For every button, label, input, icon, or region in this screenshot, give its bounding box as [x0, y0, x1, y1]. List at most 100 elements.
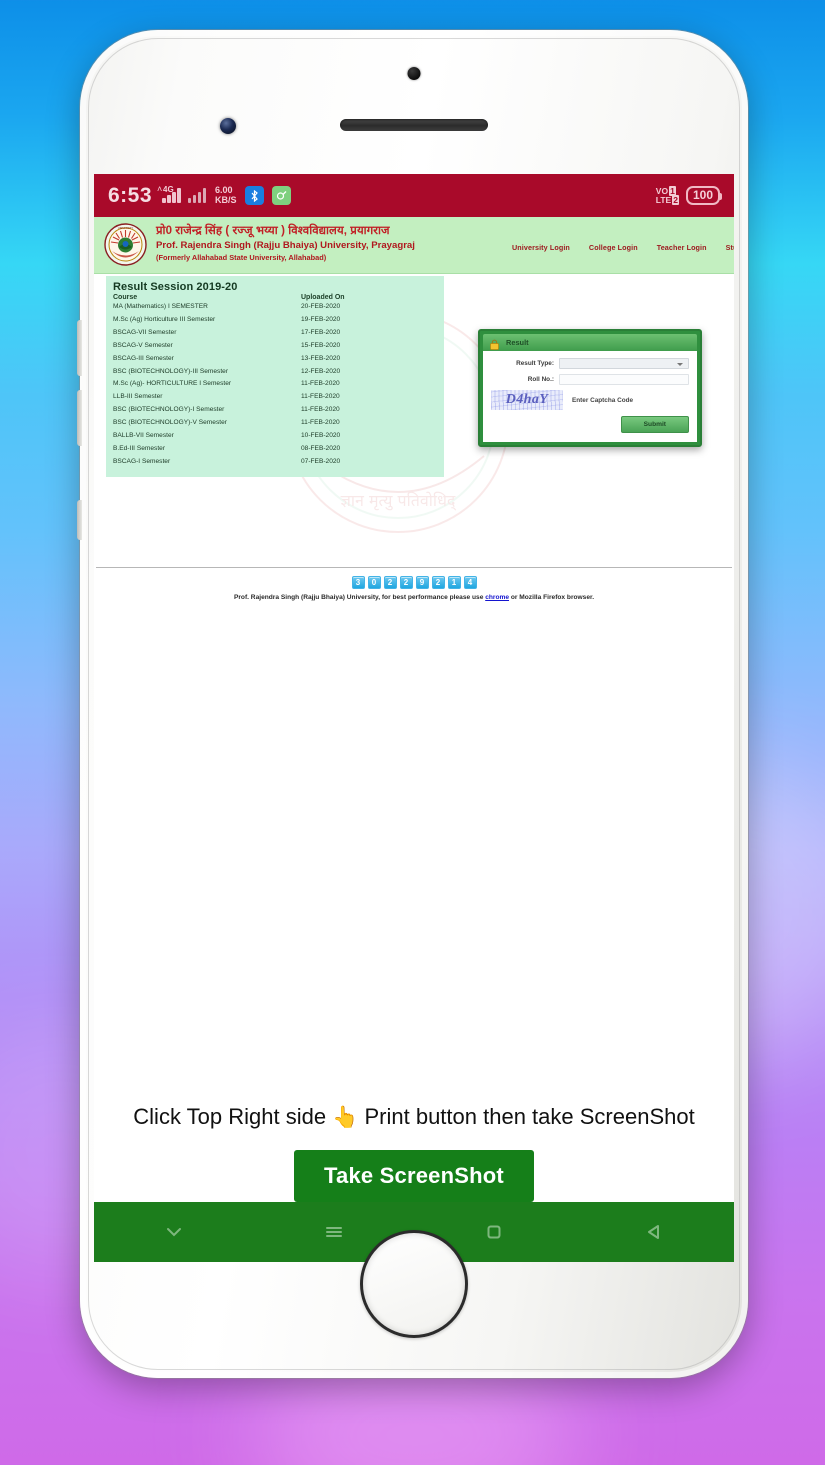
nav-back-button[interactable]	[574, 1219, 734, 1245]
volume-up-button[interactable]	[77, 320, 82, 376]
result-form-card: Result Result Type: Roll No.: D4haY Ente…	[478, 329, 702, 447]
result-uploaded-cell: 20-FEB-2020	[301, 303, 341, 310]
table-row: MA (Mathematics) I SEMESTER 20-FEB-2020	[113, 301, 437, 314]
nav-collapse-button[interactable]	[94, 1219, 254, 1245]
chrome-link[interactable]: chrome	[485, 594, 509, 601]
result-course-cell: M.Sc (Ag) Horticulture III Semester	[113, 315, 216, 323]
svg-text:ज्ञान मृत्यु पतिवोधिद्: ज्ञान मृत्यु पतिवोधिद्	[341, 491, 457, 512]
footer-divider	[96, 567, 732, 568]
counter-digit: 2	[399, 576, 413, 589]
nav-item-college-login[interactable]: College Login	[589, 243, 638, 252]
instruction-before: Click Top Right side	[133, 1104, 327, 1129]
front-camera-icon	[220, 118, 236, 134]
results-panel: Result Session 2019-20 Course Uploaded O…	[106, 276, 444, 477]
proximity-sensor-icon	[407, 67, 421, 80]
result-course-cell: BSCAG-VII Semester	[113, 328, 177, 336]
footer-note-after: or Mozilla Firefox browser.	[509, 594, 595, 601]
title-hindi: प्रो0 राजेन्द्र सिंह ( रज्जू भय्या ) विश…	[156, 225, 390, 237]
result-uploaded-cell: 08-FEB-2020	[301, 444, 341, 452]
result-course-cell: LLB-III Semester	[113, 393, 163, 401]
results-title: Result Session 2019-20	[113, 281, 238, 293]
hamburger-menu-icon	[326, 1227, 342, 1237]
lock-icon	[489, 337, 500, 350]
counter-digit: 1	[447, 576, 461, 589]
captcha-image: D4haY	[491, 390, 563, 410]
roll-no-label: Roll No.:	[527, 376, 554, 383]
result-course-cell: BSC (BIOTECHNOLOGY)-V Semester	[113, 419, 227, 427]
take-screenshot-button[interactable]: Take ScreenShot	[294, 1150, 534, 1202]
result-course-cell: BSCAG-I Semester	[113, 457, 171, 465]
result-uploaded-cell: 19-FEB-2020	[301, 315, 341, 323]
svg-text:UNIVERSITY: UNIVERSITY	[118, 226, 134, 230]
table-row: LLB-III Semester 11-FEB-2020	[113, 391, 437, 404]
roll-no-input[interactable]	[559, 374, 689, 385]
result-course-cell: M.Sc (Ag)- HORTICULTURE I Semester	[113, 380, 232, 388]
result-uploaded-cell: 12-FEB-2020	[301, 367, 341, 375]
site-header: UNIVERSITY प्रो0 राजेन्द्र सिंह ( रज्जू …	[94, 217, 734, 274]
network-type-label: 4G	[163, 185, 174, 194]
result-course-cell: BSC (BIOTECHNOLOGY)-I Semester	[113, 406, 225, 414]
result-type-select[interactable]	[559, 358, 689, 369]
status-right-cluster: VO 1 LTE 2 100	[656, 185, 723, 205]
counter-digit: 2	[431, 576, 445, 589]
chevron-down-icon	[167, 1228, 181, 1237]
roll-no-row: Roll No.:	[491, 374, 689, 385]
phone-screen: 6:53 ˄ 4G 6.00 KB/S VO 1 LTE 2 100 UNIVE…	[94, 174, 734, 1262]
result-course-cell: BSC (BIOTECHNOLOGY)-III Semester	[113, 367, 229, 375]
counter-digit: 0	[367, 576, 381, 589]
result-course-cell: BSCAG-V Semester	[113, 341, 173, 349]
result-uploaded-cell: 11-FEB-2020	[301, 380, 340, 388]
table-row: M.Sc (Ag) Horticulture III Semester 19-FE…	[113, 314, 437, 327]
table-row: BSCAG-I Semester 07-FEB-2020	[113, 456, 437, 469]
results-table-header: Course Uploaded On	[113, 294, 437, 301]
result-uploaded-cell: 11-FEB-2020	[301, 419, 340, 427]
instruction-after: Print button then take ScreenShot	[364, 1104, 695, 1129]
pointing-hand-icon: 👆️	[332, 1106, 359, 1129]
result-uploaded-cell: 11-FEB-2020	[301, 406, 340, 414]
bluetooth-icon	[244, 186, 264, 205]
table-row: B.Ed-III Semester 08-FEB-2020	[113, 443, 437, 456]
nav-item-student[interactable]: Student	[726, 243, 734, 252]
table-row: BSC (BIOTECHNOLOGY)-III Semester 12-FEB-2…	[113, 366, 437, 379]
submit-button[interactable]: Submit	[620, 416, 689, 433]
table-row: BALLB-VII Semester 10-FEB-2020	[113, 430, 437, 443]
back-triangle-icon	[648, 1225, 659, 1239]
site-footer: 30229214 Prof. Rajendra Singh (Rajju Bha…	[94, 561, 734, 601]
result-course-cell: BSCAG-III Semester	[113, 354, 174, 362]
page-body: ज्ञान मृत्यु पतिवोधिद् Result Session 20…	[94, 274, 734, 561]
result-card-body: Result Type: Roll No.: D4haY Enter Captc…	[483, 351, 697, 442]
nav-item-teacher-login[interactable]: Teacher Login	[657, 243, 707, 252]
status-bar: 6:53 ˄ 4G 6.00 KB/S VO 1 LTE 2 100	[94, 174, 734, 217]
result-uploaded-cell: 07-FEB-2020	[301, 457, 341, 465]
result-type-label: Result Type:	[516, 360, 554, 367]
screenshot-cta-zone: Click Top Right side 👆️ Print button the…	[94, 1102, 734, 1202]
mute-switch[interactable]	[77, 500, 82, 540]
home-button[interactable]	[360, 1230, 468, 1338]
volume-down-button[interactable]	[77, 390, 82, 446]
captcha-row: D4haY Enter Captcha Code	[491, 390, 689, 410]
green-app-icon	[271, 186, 291, 205]
data-speed-unit: KB/S	[215, 194, 237, 205]
result-uploaded-cell: 17-FEB-2020	[301, 328, 341, 336]
result-uploaded-cell: 10-FEB-2020	[301, 432, 341, 440]
counter-digit: 4	[463, 576, 477, 589]
title-subtitle: (Formerly Allahabad State University, Al…	[156, 253, 327, 262]
result-type-row: Result Type:	[491, 358, 689, 369]
table-row: BSCAG-VII Semester 17-FEB-2020	[113, 327, 437, 340]
col-header-course: Course	[113, 294, 138, 301]
university-seal-logo: UNIVERSITY	[104, 223, 147, 266]
result-card-title: Result	[506, 338, 529, 347]
table-row: BSCAG-V Semester 15-FEB-2020	[113, 340, 437, 353]
screenshot-instruction: Click Top Right side 👆️ Print button the…	[94, 1102, 734, 1133]
visitor-counter: 30229214	[94, 576, 734, 589]
result-course-cell: B.Ed-III Semester	[113, 444, 166, 452]
counter-digit: 3	[351, 576, 365, 589]
result-uploaded-cell: 11-FEB-2020	[301, 393, 340, 401]
signal-strength-icon: ˄ 4G	[157, 184, 181, 203]
captcha-hint-label: Enter Captcha Code	[572, 396, 634, 404]
table-row: BSC (BIOTECHNOLOGY)-I Semester 11-FEB-202…	[113, 404, 437, 417]
table-row: BSC (BIOTECHNOLOGY)-V Semester 11-FEB-202…	[113, 417, 437, 430]
earpiece-speaker	[340, 119, 488, 131]
submit-row: Submit	[491, 416, 689, 433]
nav-item-university-login[interactable]: University Login	[512, 243, 570, 252]
